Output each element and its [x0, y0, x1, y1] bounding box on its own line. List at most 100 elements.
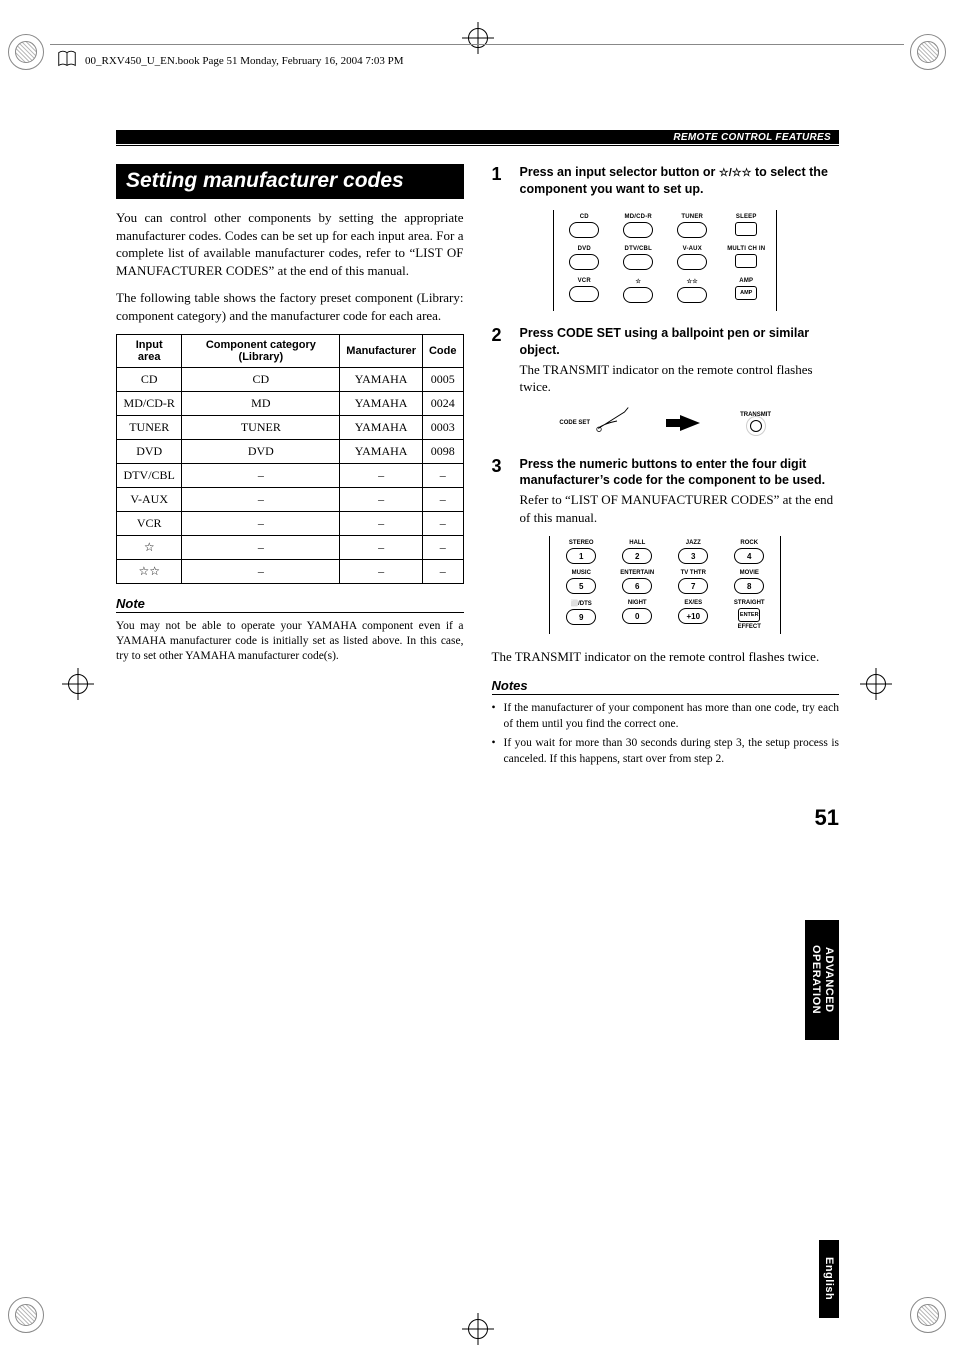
table-row: CDCDYAMAHA0005: [117, 368, 464, 392]
table-cell: ☆: [117, 536, 182, 560]
table-row: VCR–––: [117, 512, 464, 536]
page-number: 51: [815, 805, 839, 831]
header-rule: [50, 44, 904, 45]
codes-table: Input area Component category (Library) …: [116, 334, 464, 584]
table-cell: CD: [117, 368, 182, 392]
table-cell: –: [422, 464, 463, 488]
table-cell: ☆☆: [117, 560, 182, 584]
remote-button: ⬜/DTS9: [556, 600, 606, 630]
table-cell: MD/CD-R: [117, 392, 182, 416]
table-cell: TUNER: [182, 416, 340, 440]
table-row: ☆☆–––: [117, 560, 464, 584]
remote-button: MD/CD-R: [616, 214, 660, 242]
divider: [116, 145, 839, 146]
remote-button: V-AUX: [670, 246, 714, 274]
table-cell: YAMAHA: [340, 392, 423, 416]
table-cell: –: [340, 512, 423, 536]
remote-button: TUNER: [670, 214, 714, 242]
table-cell: DVD: [182, 440, 340, 464]
crop-mark-icon: [860, 668, 892, 700]
section-heading: Setting manufacturer codes: [116, 164, 464, 199]
crop-mark-icon: [462, 22, 494, 54]
table-header: Manufacturer: [340, 335, 423, 368]
notes-label: Notes: [492, 676, 530, 695]
table-cell: MD: [182, 392, 340, 416]
table-cell: VCR: [117, 512, 182, 536]
step-title: Press the numeric buttons to enter the f…: [520, 456, 840, 490]
note-label: Note: [116, 594, 147, 613]
remote-button: DVD: [562, 246, 606, 274]
step-number: 3: [492, 456, 510, 527]
table-cell: –: [182, 536, 340, 560]
step-text: The TRANSMIT indicator on the remote con…: [520, 361, 840, 396]
step-text: Refer to “LIST OF MANUFACTURER CODES” at…: [520, 491, 840, 526]
codeset-diagram: CODE SET TRANSMIT: [492, 406, 840, 440]
remote-button: MULTI CH IN: [724, 246, 768, 274]
table-row: DTV/CBL–––: [117, 464, 464, 488]
table-cell: –: [182, 488, 340, 512]
table-cell: –: [340, 464, 423, 488]
pen-icon: [594, 406, 640, 440]
notes-list: If the manufacturer of your component ha…: [492, 701, 840, 767]
side-tab-english: English: [819, 1240, 839, 1318]
remote-button: MOVIE8: [724, 570, 774, 598]
remote-button: DTV/CBL: [616, 246, 660, 274]
list-item: If the manufacturer of your component ha…: [492, 701, 840, 732]
transmit-indicator-icon: TRANSMIT: [740, 412, 771, 434]
table-cell: –: [422, 512, 463, 536]
table-cell: CD: [182, 368, 340, 392]
remote-button: STEREO1: [556, 540, 606, 568]
table-row: TUNERTUNERYAMAHA0003: [117, 416, 464, 440]
table-header: Component category (Library): [182, 335, 340, 368]
step-3: 3 Press the numeric buttons to enter the…: [492, 456, 840, 527]
remote-button: ☆☆: [670, 278, 714, 307]
step-text: The TRANSMIT indicator on the remote con…: [492, 648, 840, 666]
remote-button: ☆: [616, 278, 660, 307]
remote-button: STRAIGHTENTEREFFECT: [724, 600, 774, 630]
step-title: Press CODE SET using a ballpoint pen or …: [520, 325, 840, 359]
table-row: MD/CD-RMDYAMAHA0024: [117, 392, 464, 416]
intro-paragraph: The following table shows the factory pr…: [116, 289, 464, 324]
table-cell: –: [340, 488, 423, 512]
step-2: 2 Press CODE SET using a ballpoint pen o…: [492, 325, 840, 396]
table-cell: YAMAHA: [340, 368, 423, 392]
table-cell: 0005: [422, 368, 463, 392]
section-bar: REMOTE CONTROL FEATURES: [116, 130, 839, 144]
table-row: DVDDVDYAMAHA0098: [117, 440, 464, 464]
remote-button: AMPAMP: [724, 278, 768, 307]
table-cell: –: [422, 488, 463, 512]
table-header: Input area: [117, 335, 182, 368]
table-cell: –: [340, 536, 423, 560]
numeric-buttons-diagram: STEREO1HALL2JAZZ3ROCK4MUSIC5ENTERTAIN6TV…: [492, 536, 840, 634]
table-cell: –: [422, 560, 463, 584]
table-cell: V-AUX: [117, 488, 182, 512]
divider: [116, 612, 464, 613]
intro-paragraph: You can control other components by sett…: [116, 209, 464, 279]
divider: [492, 694, 840, 695]
step-title: Press an input selector button or ☆/☆☆ t…: [520, 164, 840, 198]
remote-button: SLEEP: [724, 214, 768, 242]
table-cell: YAMAHA: [340, 440, 423, 464]
step-number: 2: [492, 325, 510, 396]
arrow-right-icon: [680, 415, 700, 431]
table-cell: TUNER: [117, 416, 182, 440]
crop-mark-icon: [462, 1313, 494, 1345]
remote-button: MUSIC5: [556, 570, 606, 598]
table-cell: –: [422, 536, 463, 560]
table-cell: 0024: [422, 392, 463, 416]
file-header: 00_RXV450_U_EN.book Page 51 Monday, Febr…: [85, 55, 404, 67]
remote-button: TV THTR7: [668, 570, 718, 598]
table-row: ☆–––: [117, 536, 464, 560]
remote-button: CD: [562, 214, 606, 242]
list-item: If you wait for more than 30 seconds dur…: [492, 736, 840, 767]
table-row: V-AUX–––: [117, 488, 464, 512]
table-cell: YAMAHA: [340, 416, 423, 440]
remote-button: JAZZ3: [668, 540, 718, 568]
input-selector-diagram: CD MD/CD-R TUNER SLEEP DVD DTV/CBL V-AUX MULTI …: [492, 210, 840, 311]
table-cell: –: [182, 464, 340, 488]
table-cell: 0098: [422, 440, 463, 464]
table-header: Code: [422, 335, 463, 368]
side-tab-advanced: ADVANCEDOPERATION: [805, 920, 839, 1040]
table-cell: –: [182, 512, 340, 536]
remote-button: ENTERTAIN6: [612, 570, 662, 598]
